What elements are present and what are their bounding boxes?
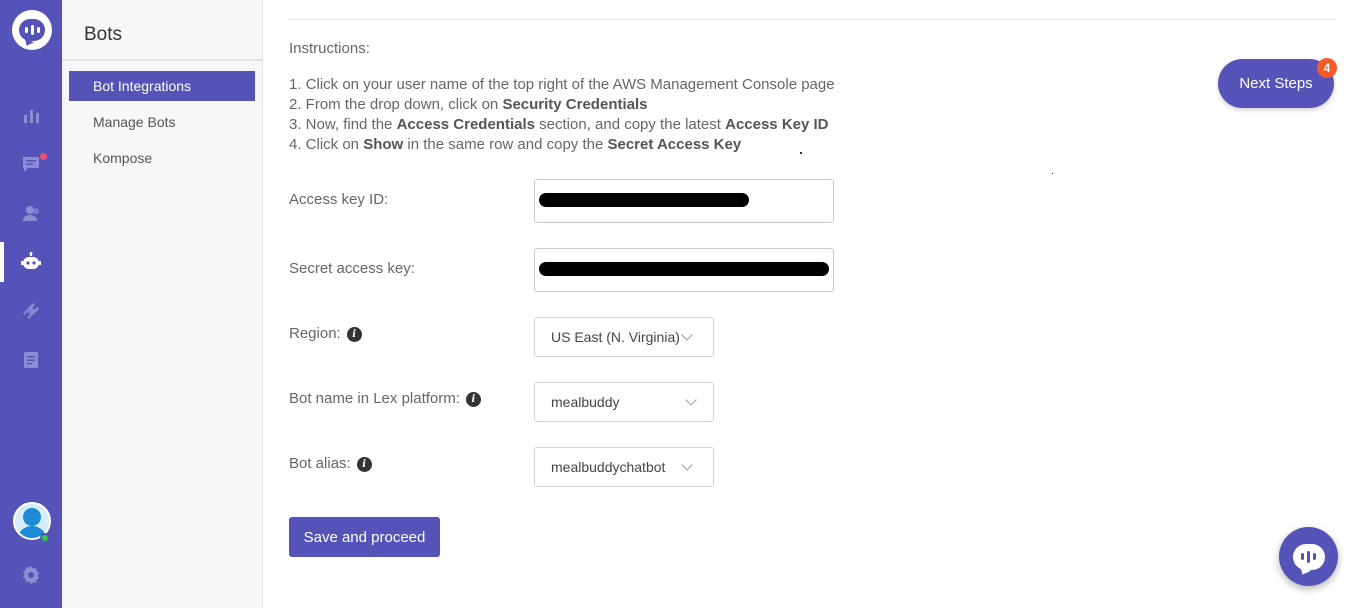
step-bold: Secret Access Key <box>607 136 742 153</box>
secret-key-input[interactable] <box>534 248 834 292</box>
instruction-step-2: 2. From the drop down, click on Security… <box>289 96 648 113</box>
online-status-dot <box>40 533 50 543</box>
integrations-icon[interactable] <box>0 289 62 333</box>
bot-name-label-text: Bot name in Lex platform: <box>289 390 460 407</box>
info-icon[interactable]: i <box>346 327 362 342</box>
instruction-step-3: 3. Now, find the Access Credentials sect… <box>289 116 829 133</box>
logo-icon[interactable] <box>12 10 52 50</box>
bot-alias-value: mealbuddychatbot <box>551 459 666 475</box>
step-text: 4. Click on <box>289 136 364 153</box>
info-icon[interactable]: i <box>465 392 481 407</box>
region-label: Region: i <box>289 325 362 342</box>
bot-icon[interactable] <box>0 240 62 284</box>
redacted-value <box>539 262 829 276</box>
sidebar-item-manage-bots[interactable]: Manage Bots <box>69 107 255 137</box>
chevron-down-icon <box>685 394 697 406</box>
step-bold: Security Credentials <box>502 96 648 113</box>
secondary-sidebar: Bots Bot Integrations Manage Bots Kompos… <box>62 0 263 608</box>
settings-icon[interactable] <box>0 553 62 597</box>
analytics-icon[interactable] <box>0 93 62 137</box>
divider <box>289 19 1335 20</box>
save-and-proceed-button[interactable]: Save and proceed <box>289 517 440 557</box>
main-content: Instructions: 1. Click on your user name… <box>263 0 1356 608</box>
bot-alias-select[interactable]: mealbuddychatbot <box>534 447 714 487</box>
info-icon[interactable]: i <box>356 457 372 472</box>
reports-icon[interactable] <box>0 338 62 382</box>
step-text: section, and copy the latest <box>534 116 726 133</box>
region-value: US East (N. Virginia) <box>551 329 680 345</box>
step-bold: Access Key ID <box>725 116 829 133</box>
sidebar-title: Bots <box>84 24 123 45</box>
access-key-label: Access key ID: <box>289 191 389 208</box>
sidebar-item-kompose[interactable]: Kompose <box>69 143 255 173</box>
region-label-text: Region: <box>289 325 341 342</box>
instruction-step-4: 4. Click on Show in the same row and cop… <box>289 136 741 153</box>
step-bold: Access Credentials <box>396 116 535 133</box>
redacted-value <box>539 193 749 207</box>
chevron-down-icon <box>681 329 693 341</box>
notification-dot <box>40 153 47 160</box>
instruction-step-1: 1. Click on your user name of the top ri… <box>289 76 835 93</box>
sidebar-item-bot-integrations[interactable]: Bot Integrations <box>69 71 255 101</box>
sidebar-divider <box>62 59 262 61</box>
users-icon[interactable] <box>0 191 62 235</box>
step-text: 1. Click on your user name of the top ri… <box>289 76 835 93</box>
step-bold: Show <box>363 136 404 153</box>
icon-rail <box>0 0 62 608</box>
secret-key-label: Secret access key: <box>289 260 415 277</box>
instructions-label: Instructions: <box>289 40 370 57</box>
conversations-icon[interactable] <box>0 142 62 186</box>
chevron-down-icon <box>681 459 693 471</box>
bot-name-value: mealbuddy <box>551 394 620 410</box>
step-text: in the same row and copy the <box>403 136 608 153</box>
bot-name-select[interactable]: mealbuddy <box>534 382 714 422</box>
speck <box>800 152 802 154</box>
step-text: 2. From the drop down, click on <box>289 96 503 113</box>
region-select[interactable]: US East (N. Virginia) <box>534 317 714 357</box>
bot-name-label: Bot name in Lex platform: i <box>289 390 481 407</box>
chat-launcher-button[interactable] <box>1279 527 1338 586</box>
chat-icon <box>1292 543 1325 570</box>
bot-alias-label-text: Bot alias: <box>289 455 351 472</box>
next-steps-badge: 4 <box>1317 58 1337 78</box>
step-text: 3. Now, find the <box>289 116 397 133</box>
access-key-input[interactable] <box>534 179 834 223</box>
speck <box>1052 173 1053 174</box>
bot-alias-label: Bot alias: i <box>289 455 372 472</box>
